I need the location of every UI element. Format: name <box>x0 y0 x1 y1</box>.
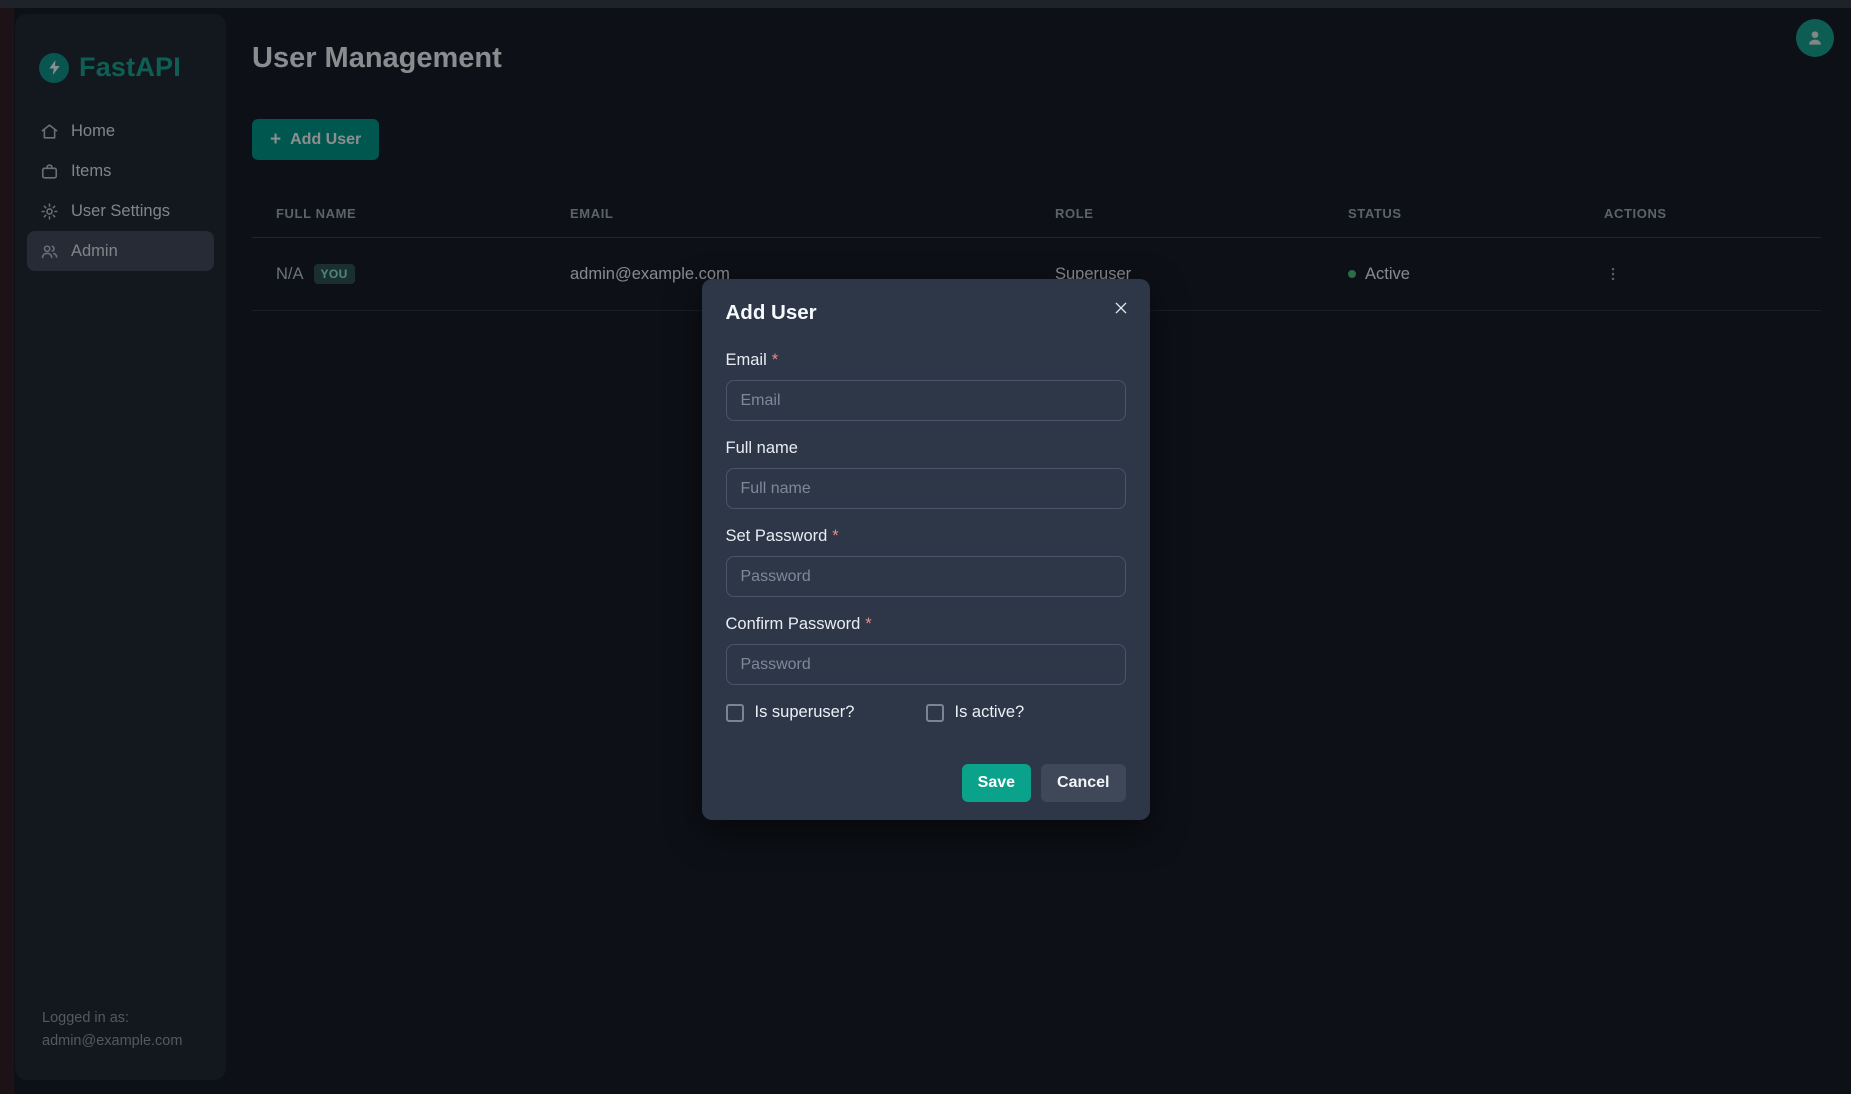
email-field[interactable] <box>726 380 1126 421</box>
modal-close-button[interactable] <box>1106 293 1136 323</box>
modal-body: Email* Full name Set Password* Confirm P… <box>726 351 1126 802</box>
email-field-label: Email * <box>726 351 1126 370</box>
field-label-text: Set Password <box>726 527 828 545</box>
required-marker: * <box>772 351 778 369</box>
required-marker: * <box>865 615 871 633</box>
set-password-field-group: Set Password* <box>726 527 1126 597</box>
is-superuser-checkbox[interactable]: Is superuser? <box>726 703 926 722</box>
modal-title: Add User <box>726 301 1126 325</box>
full-name-field-label: Full name <box>726 439 1126 458</box>
cancel-button[interactable]: Cancel <box>1041 764 1125 802</box>
set-password-field-label: Set Password* <box>726 527 1126 546</box>
confirm-password-field[interactable] <box>726 644 1126 685</box>
full-name-field[interactable] <box>726 468 1126 509</box>
field-label-text: Email <box>726 351 767 369</box>
modal-footer: Save Cancel <box>726 764 1126 802</box>
required-marker: * <box>832 527 838 545</box>
checkbox-row: Is superuser? Is active? <box>726 703 1126 722</box>
confirm-password-field-group: Confirm Password* <box>726 615 1126 685</box>
is-active-label: Is active? <box>955 703 1025 722</box>
full-name-field-group: Full name <box>726 439 1126 509</box>
confirm-password-field-label: Confirm Password* <box>726 615 1126 634</box>
email-field-group: Email * <box>726 351 1126 421</box>
set-password-field[interactable] <box>726 556 1126 597</box>
field-label-text: Confirm Password <box>726 615 861 633</box>
add-user-modal: Add User Email* Full name Set Password* <box>702 279 1150 820</box>
checkbox-icon <box>926 704 944 722</box>
save-button[interactable]: Save <box>962 764 1031 802</box>
close-icon <box>1113 300 1129 316</box>
checkbox-icon <box>726 704 744 722</box>
is-superuser-label: Is superuser? <box>755 703 855 722</box>
is-active-checkbox[interactable]: Is active? <box>926 703 1126 722</box>
field-label-text: Full name <box>726 439 798 457</box>
